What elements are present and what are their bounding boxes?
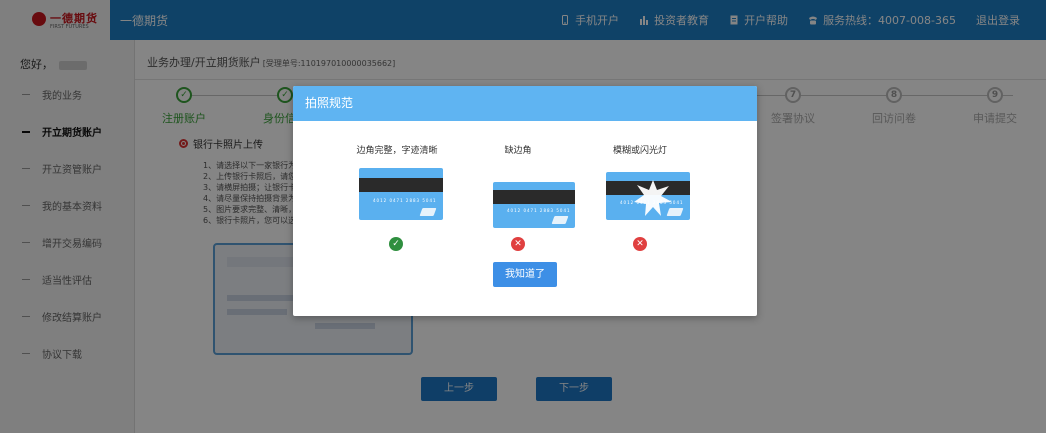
bank-card-cropped-image: 4012 0471 2883 5041 bbox=[493, 182, 575, 228]
card-digits: 4012 0471 2883 5041 bbox=[507, 208, 571, 213]
bank-card-glare-image: 4012 0471 2883 5041 bbox=[606, 172, 690, 220]
example-complete: 边角完整，字迹清晰 bbox=[342, 143, 452, 156]
got-it-button[interactable]: 我知道了 bbox=[493, 262, 557, 287]
example-blurry-flash: 模糊或闪光灯 bbox=[585, 143, 695, 156]
cross-icon: ✕ bbox=[633, 237, 647, 251]
card-chip bbox=[419, 208, 437, 216]
modal-title: 拍照规范 bbox=[293, 86, 757, 121]
example-missing-corner: 缺边角 bbox=[463, 143, 573, 156]
check-icon: ✓ bbox=[389, 237, 403, 251]
example-caption: 缺边角 bbox=[504, 146, 532, 156]
example-caption: 模糊或闪光灯 bbox=[612, 146, 667, 156]
example-caption: 边角完整，字迹清晰 bbox=[356, 146, 438, 156]
card-digits: 4012 0471 2883 5041 bbox=[373, 198, 437, 203]
magnetic-stripe bbox=[359, 178, 443, 192]
magnetic-stripe bbox=[493, 190, 575, 204]
flash-glare-icon bbox=[634, 180, 672, 216]
bank-card-good-image: 4012 0471 2883 5041 bbox=[359, 168, 443, 220]
card-chip bbox=[551, 216, 569, 224]
cross-icon: ✕ bbox=[511, 237, 525, 251]
photo-guidelines-modal: 拍照规范 边角完整，字迹清晰 4012 0471 2883 5041 ✓ 缺边角… bbox=[293, 86, 757, 316]
